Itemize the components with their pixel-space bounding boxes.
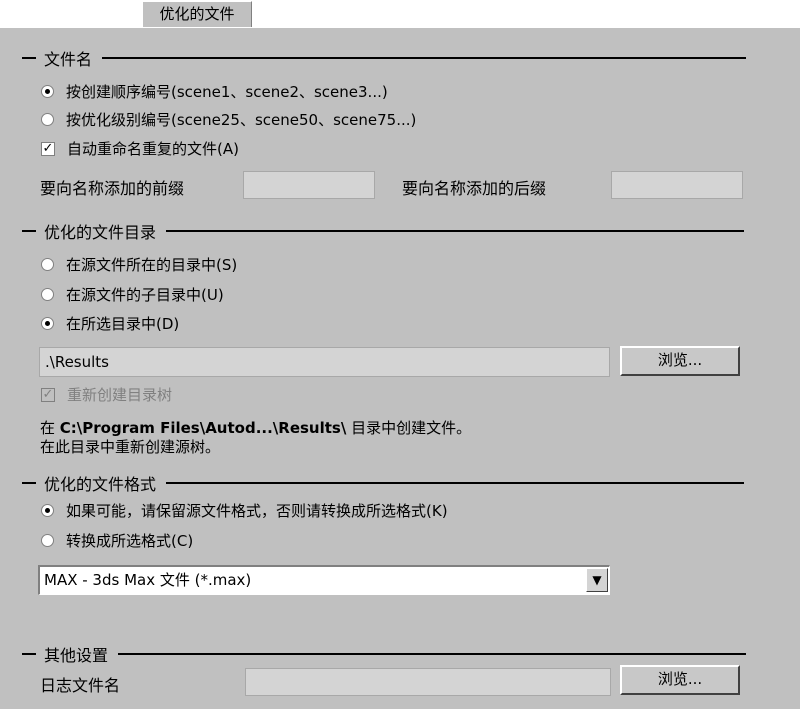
group-line-lead <box>22 653 36 655</box>
checkbox-checked-icon[interactable]: ✓ <box>41 141 55 156</box>
tab-optimized-files[interactable]: 优化的文件 <box>142 1 252 28</box>
log-file-input[interactable] <box>245 668 611 696</box>
group-line-lead <box>22 482 36 484</box>
radio-creation-order-label: 按创建顺序编号(scene1、scene2、scene3...) <box>66 83 388 101</box>
browse-log-button[interactable]: 浏览... <box>620 665 740 695</box>
checkbox-recreate-tree-label: 重新创建目录树 <box>67 386 173 404</box>
directory-info-line1: 在 C:\Program Files\Autod...\Results\ 目录中… <box>40 417 471 438</box>
radio-source-dir-label: 在源文件所在的目录中(S) <box>66 256 238 274</box>
group-line <box>166 482 745 484</box>
checkbox-checked-icon[interactable]: ✓ <box>41 387 55 402</box>
group-file-name: 文件名 <box>0 48 780 69</box>
browse-directory-button[interactable]: 浏览... <box>620 346 740 376</box>
radio-button-icon[interactable] <box>41 288 54 301</box>
panel-top-edge <box>0 27 800 28</box>
group-directory: 优化的文件目录 <box>0 221 780 242</box>
directory-path-input[interactable]: .\Results <box>39 347 610 377</box>
radio-creation-order[interactable]: 按创建顺序编号(scene1、scene2、scene3...) <box>41 81 388 102</box>
group-line <box>118 653 747 655</box>
radio-button-icon[interactable] <box>41 113 54 126</box>
radio-button-icon[interactable] <box>41 85 54 98</box>
radio-button-icon[interactable] <box>41 504 54 517</box>
radio-source-subdir-label: 在源文件的子目录中(U) <box>66 286 224 304</box>
group-directory-title: 优化的文件目录 <box>44 223 157 242</box>
radio-button-icon[interactable] <box>41 317 54 330</box>
radio-selected-dir[interactable]: 在所选目录中(D) <box>41 313 179 334</box>
group-other-title: 其他设置 <box>44 646 109 665</box>
group-format: 优化的文件格式 <box>0 473 780 494</box>
group-line <box>166 230 745 232</box>
checkbox-auto-rename-label: 自动重命名重复的文件(A) <box>67 140 239 158</box>
radio-convert[interactable]: 转换成所选格式(C) <box>41 530 193 551</box>
directory-info-line2: 在此目录中重新创建源树。 <box>40 438 221 456</box>
radio-source-dir[interactable]: 在源文件所在的目录中(S) <box>41 254 237 275</box>
radio-source-subdir[interactable]: 在源文件的子目录中(U) <box>41 284 224 305</box>
group-line <box>102 57 747 59</box>
suffix-label: 要向名称添加的后缀 <box>402 179 547 198</box>
suffix-input[interactable] <box>611 171 743 199</box>
info-suffix: 目录中创建文件。 <box>351 419 472 437</box>
radio-optimize-level-label: 按优化级别编号(scene25、scene50、scene75...) <box>66 111 417 129</box>
info-path: C:\Program Files\Autod...\Results\ <box>59 419 347 437</box>
radio-optimize-level[interactable]: 按优化级别编号(scene25、scene50、scene75...) <box>41 109 416 130</box>
radio-keep-format-label: 如果可能，请保留源文件格式，否则请转换成所选格式(K) <box>66 502 448 520</box>
chevron-down-icon[interactable]: ▼ <box>586 568 608 592</box>
format-select[interactable]: MAX - 3ds Max 文件 (*.max) ▼ <box>38 565 610 595</box>
group-other: 其他设置 <box>0 644 780 665</box>
radio-button-icon[interactable] <box>41 258 54 271</box>
radio-convert-label: 转换成所选格式(C) <box>66 532 194 550</box>
group-file-name-title: 文件名 <box>44 50 93 69</box>
radio-button-icon[interactable] <box>41 534 54 547</box>
radio-keep-format[interactable]: 如果可能，请保留源文件格式，否则请转换成所选格式(K) <box>41 500 448 521</box>
prefix-label: 要向名称添加的前缀 <box>40 179 185 198</box>
group-line-lead <box>22 230 36 232</box>
group-format-title: 优化的文件格式 <box>44 475 157 494</box>
group-line-lead <box>22 57 36 59</box>
checkbox-auto-rename[interactable]: ✓ 自动重命名重复的文件(A) <box>41 138 239 159</box>
log-file-label: 日志文件名 <box>40 676 121 695</box>
checkbox-recreate-tree[interactable]: ✓ 重新创建目录树 <box>41 384 172 405</box>
tab-strip <box>0 0 800 27</box>
info-prefix: 在 <box>40 419 56 437</box>
prefix-input[interactable] <box>243 171 375 199</box>
format-select-value: MAX - 3ds Max 文件 (*.max) <box>44 571 252 589</box>
radio-selected-dir-label: 在所选目录中(D) <box>66 315 180 333</box>
